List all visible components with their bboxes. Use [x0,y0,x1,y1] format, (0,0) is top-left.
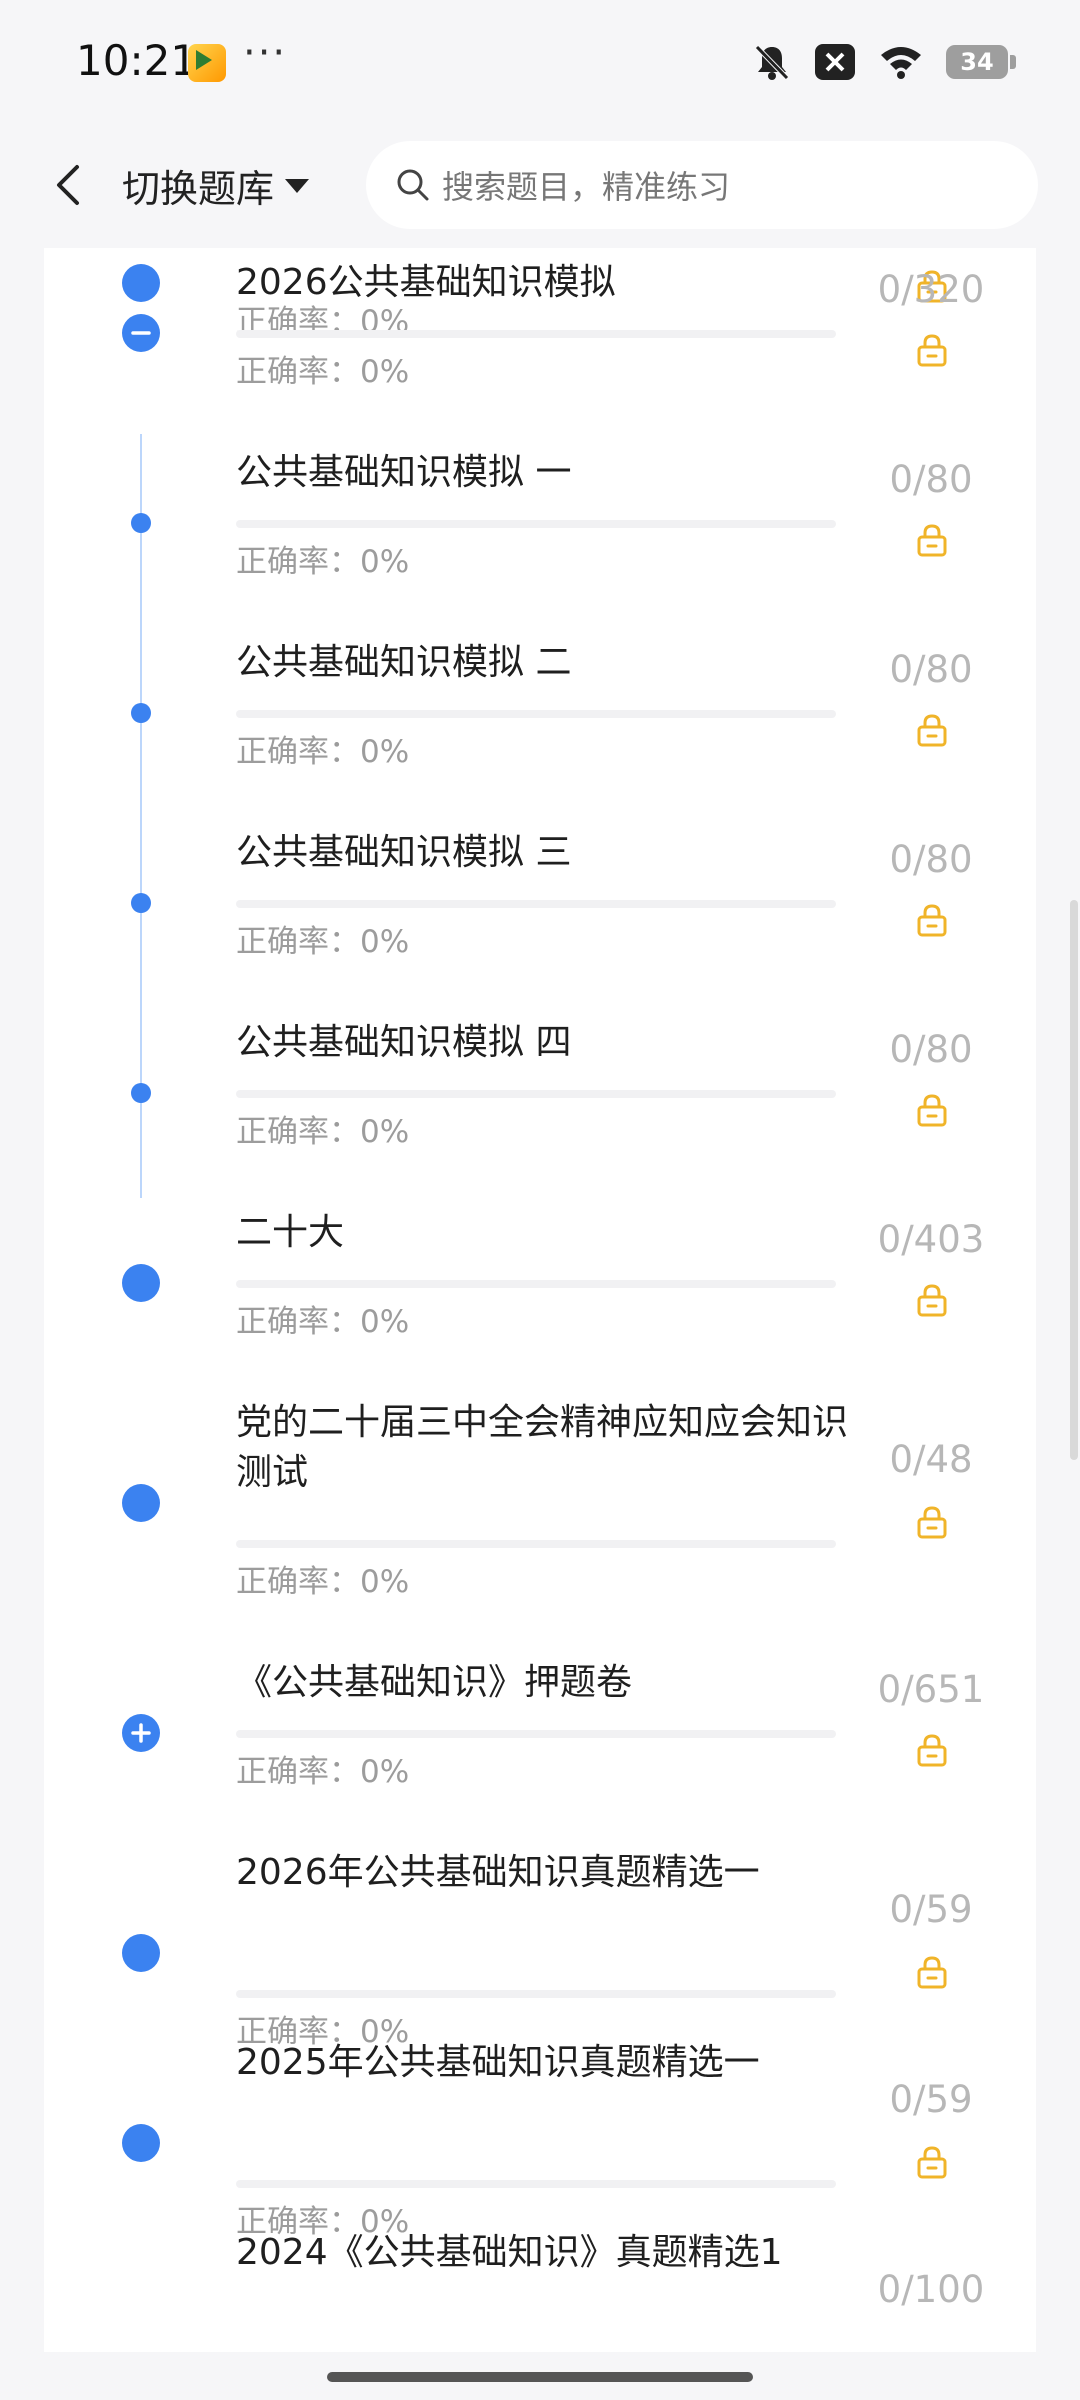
lock-icon[interactable] [914,1732,950,1768]
question-set-row[interactable]: 《公共基础知识》押题卷正确率：0% 0/651 [44,1648,1036,1838]
timeline-dot [131,703,151,723]
close-box-icon [815,44,855,80]
app-notification-icon [188,44,226,82]
more-notifications-icon: ··· [243,30,288,76]
lock-icon[interactable] [914,902,950,938]
status-icons: 34 [752,42,1016,82]
question-count: 0/651 [877,1668,985,1711]
question-set-title: 《公共基础知识》押题卷 [236,1662,633,1703]
collapse-minus-icon[interactable] [122,314,160,352]
question-count: 0/403 [877,1218,985,1261]
lock-icon[interactable] [914,2144,950,2180]
question-set-row[interactable]: 公共基础知识模拟 四正确率：0% 0/80 [44,1008,1036,1198]
question-set-row[interactable]: 公共基础知识模拟 一正确率：0% 0/80 [44,438,1036,628]
question-set-title: 2026年公共基础知识真题精选一 [236,1852,760,1893]
lock-icon[interactable] [914,1954,950,1990]
bell-muted-icon [755,45,789,80]
question-count: 0/80 [889,648,973,691]
progress-bar [236,520,836,528]
progress-bar [236,1540,836,1548]
header: 切换题库 搜索题目，精准练习 [0,125,1080,245]
lock-icon[interactable] [914,1504,950,1540]
timeline-dot [122,1934,160,1972]
question-set-row[interactable]: 2024《公共基础知识》真题精选1 0/100 [44,2218,1036,2352]
chevron-left-icon [57,165,79,205]
battery-level: 34 [960,48,994,76]
accuracy-text: 正确率：0% [236,544,410,580]
lock-icon[interactable] [914,332,950,368]
wifi-icon [881,47,921,79]
progress-bar [236,1090,836,1098]
accuracy-text: 正确率：0% [236,924,410,960]
accuracy-text: 正确率：0% [236,1304,410,1340]
timeline-dot [131,1083,151,1103]
question-count: 0/80 [889,458,973,501]
question-set-title: 2026公共基础知识模拟 [236,262,616,303]
progress-bar [236,900,836,908]
question-count: 0/59 [889,1888,973,1931]
progress-bar [236,1280,836,1288]
question-set-row[interactable]: 党的二十届三中全会精神应知应会知识测试正确率：0% 0/48 [44,1388,1036,1648]
switch-question-bank-button[interactable]: 切换题库 [122,158,310,213]
question-set-title: 2024《公共基础知识》真题精选1 [236,2232,783,2273]
accuracy-text: 正确率：0% [236,354,410,390]
progress-bar [236,1730,836,1738]
caret-down-icon [285,178,310,193]
question-set-title: 二十大 [236,1212,345,1253]
accuracy-text: 正确率：0% [236,1564,410,1600]
switch-question-bank-label: 切换题库 [122,167,275,211]
question-count: 0/59 [889,2078,973,2121]
search-input[interactable]: 搜索题目，精准练习 [366,141,1038,229]
progress-bar [236,1990,836,1998]
lock-icon[interactable] [914,712,950,748]
status-time: 10:21 [76,36,198,85]
lock-icon[interactable] [914,1282,950,1318]
question-set-row[interactable]: 公共基础知识模拟 三正确率：0% 0/80 [44,818,1036,1008]
search-placeholder: 搜索题目，精准练习 [442,168,731,206]
timeline-dot [122,1264,160,1302]
question-set-title: 公共基础知识模拟 一 [236,452,572,493]
back-button[interactable] [40,157,96,213]
gesture-bar[interactable] [327,2372,753,2382]
progress-bar [236,710,836,718]
question-set-title: 公共基础知识模拟 三 [236,832,572,873]
question-set-title: 2025年公共基础知识真题精选一 [236,2042,760,2083]
question-count: 0/100 [877,2268,985,2311]
question-set-title: 党的二十届三中全会精神应知应会知识测试 [236,1402,849,1493]
progress-bar [236,2180,836,2188]
timeline-dot [122,2124,160,2162]
question-set-title: 公共基础知识模拟 二 [236,642,572,683]
question-set-row[interactable]: 2026公共基础知识模拟正确率：0% 0/320 [44,248,1036,438]
accuracy-text: 正确率：0% [236,1114,410,1150]
timeline-dot [122,1484,160,1522]
accuracy-text: 正确率：0% [236,1754,410,1790]
status-bar: 10:21 ··· 34 [0,0,1080,125]
question-bank-list: 正确率：0% 2026公共基础知识模拟 正确率：0% 0/320 公共基础知识模拟 一正… [44,248,1036,2352]
timeline-dot [131,513,151,533]
question-set-row[interactable]: 公共基础知识模拟 二正确率：0% 0/80 [44,628,1036,818]
battery-icon: 34 [946,45,1016,79]
lock-icon[interactable] [914,1092,950,1128]
lock-icon[interactable] [914,522,950,558]
question-count: 0/80 [889,1028,973,1071]
question-set-title: 公共基础知识模拟 四 [236,1022,572,1063]
question-set-row[interactable]: 二十大正确率：0% 0/403 [44,1198,1036,1388]
timeline-dot [131,893,151,913]
scrollbar[interactable] [1070,900,1078,1460]
question-count: 0/48 [889,1438,973,1481]
question-count: 0/80 [889,838,973,881]
progress-bar [236,330,836,338]
accuracy-text: 正确率：0% [236,734,410,770]
search-icon [397,169,429,201]
expand-plus-icon[interactable] [122,1714,160,1752]
question-count: 0/320 [877,268,985,311]
